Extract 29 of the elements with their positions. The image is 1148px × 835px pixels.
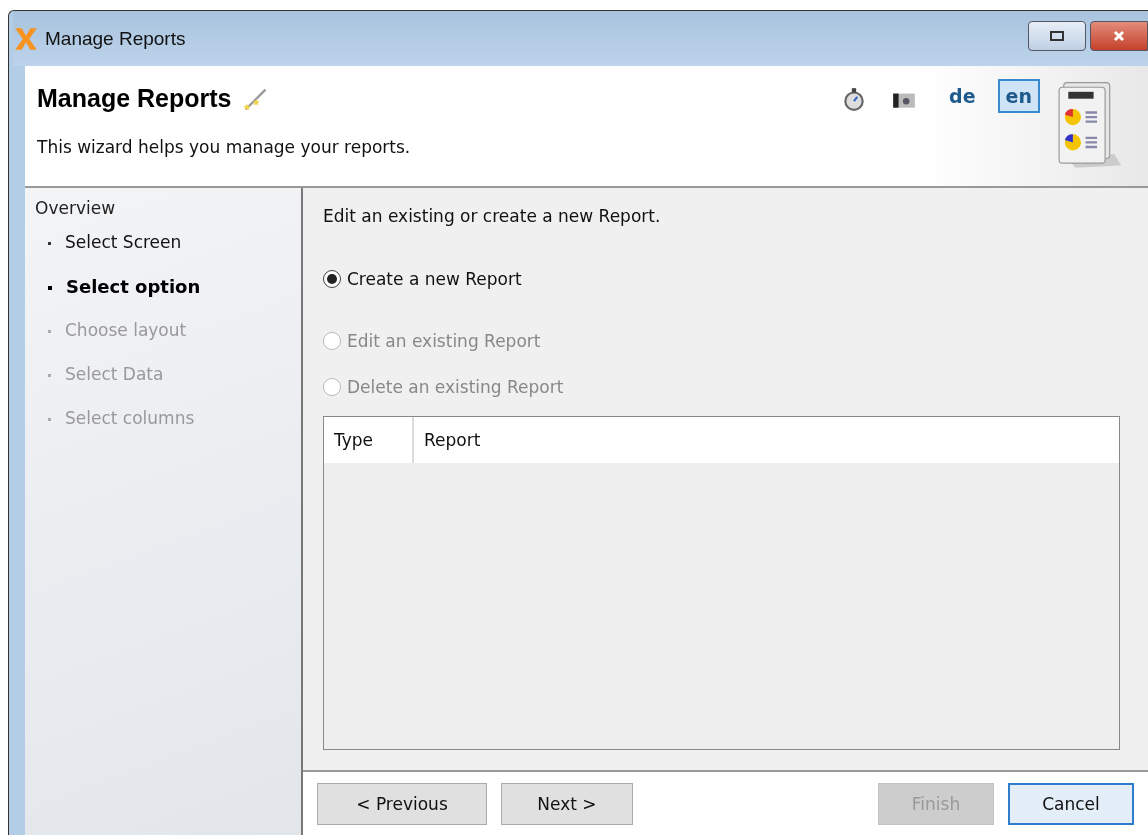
- wizard-step: Select option: [66, 276, 201, 297]
- sidebar-title: Overview: [35, 198, 117, 218]
- wizard-step: Select columns: [65, 408, 195, 428]
- column-header[interactable]: Report: [414, 417, 1119, 463]
- bullet-icon: [48, 374, 51, 377]
- language-button[interactable]: en: [997, 79, 1040, 113]
- bullet-icon: [48, 330, 51, 333]
- window-title: Manage Reports: [45, 27, 186, 50]
- wizard-step: Choose layout: [65, 320, 187, 340]
- instruction-text: Edit an existing or create a new Report.: [323, 206, 662, 226]
- wizard-button[interactable]: < Previous: [317, 782, 487, 825]
- radio-button[interactable]: [323, 270, 341, 288]
- wizard-button[interactable]: Cancel: [1008, 782, 1134, 825]
- bullet-icon: [48, 418, 51, 421]
- close-button[interactable]: [1090, 21, 1148, 51]
- close-icon: [1112, 30, 1126, 42]
- bullet-icon: [48, 286, 52, 290]
- x-logo-icon: [13, 25, 39, 52]
- bullet-icon: [48, 242, 51, 245]
- wizard-step: Select Screen: [65, 232, 182, 252]
- language-button[interactable]: de: [941, 79, 984, 113]
- radio-option[interactable]: Create a new Report: [323, 256, 1120, 302]
- wizard-step: Select Data: [65, 364, 164, 384]
- wizard-subtitle: This wizard helps you manage your reports.: [37, 137, 411, 157]
- wizard-title: Manage Reports: [37, 84, 232, 113]
- wizard-button[interactable]: Next >: [501, 782, 633, 825]
- column-header[interactable]: Type: [324, 417, 414, 463]
- restore-icon: [1050, 31, 1064, 41]
- restore-button[interactable]: [1028, 21, 1086, 51]
